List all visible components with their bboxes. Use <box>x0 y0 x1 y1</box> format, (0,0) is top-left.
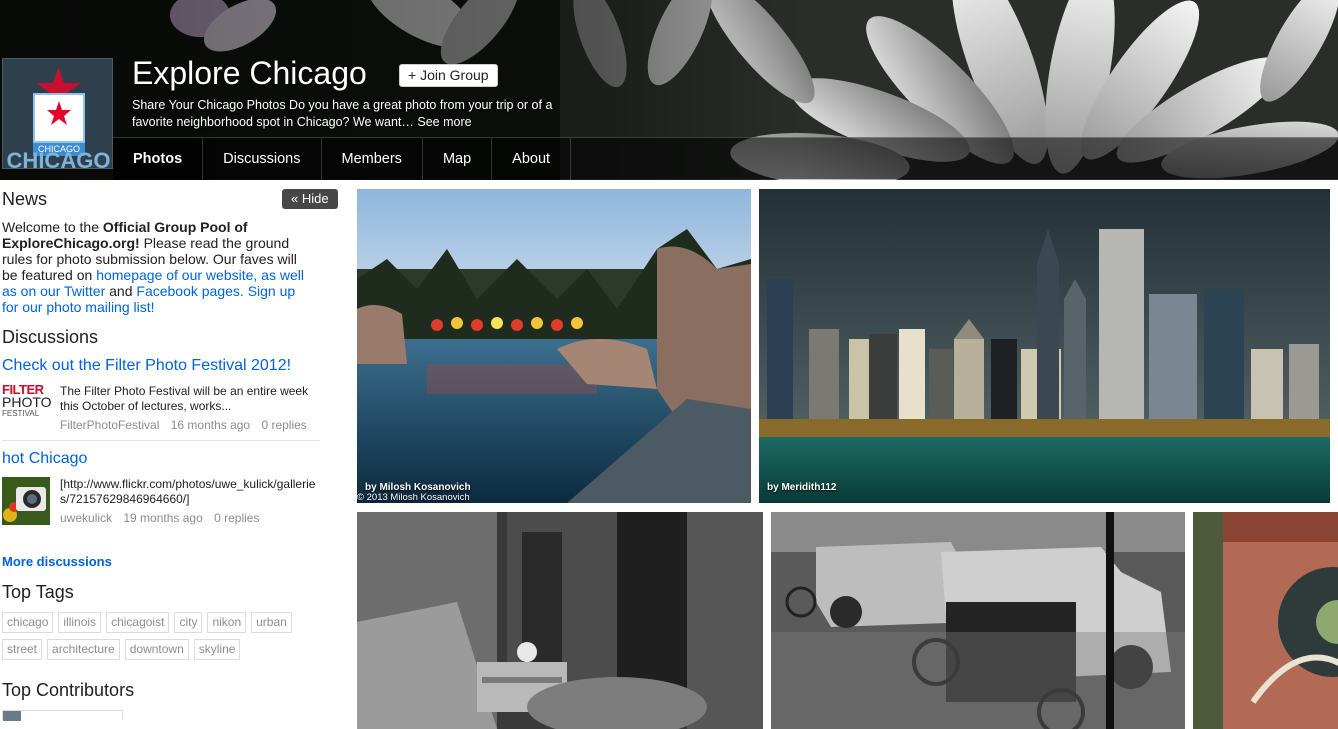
discussion-item: [http://www.flickr.com/photos/uwe_kulick… <box>2 477 320 533</box>
double-chevron-left-icon: « <box>291 191 299 206</box>
tag-chicago[interactable]: chicago <box>2 612 54 633</box>
camera-avatar-thumbnail[interactable] <box>2 477 50 525</box>
photo-credit: by Meridith112 <box>767 482 837 493</box>
discussions-title: Discussions <box>2 327 99 347</box>
discussion-age: 19 months ago <box>123 511 203 525</box>
discussion-author[interactable]: uwekulick <box>60 511 112 525</box>
photo-tile[interactable] <box>771 512 1185 729</box>
tag-nikon[interactable]: nikon <box>207 612 247 633</box>
tag-downtown[interactable]: downtown <box>124 639 189 660</box>
hide-sidebar-button[interactable]: « Hide <box>282 189 338 209</box>
discussion-item: FILTER PHOTO FESTIVAL The Filter Photo F… <box>2 383 320 441</box>
avatar <box>3 711 21 721</box>
top-tags-title: Top Tags <box>2 582 74 602</box>
discussion-title-link[interactable]: hot Chicago <box>2 450 342 468</box>
sidebar: News « Hide Welcome to the Official Grou… <box>2 189 342 721</box>
tab-discussions[interactable]: Discussions <box>203 138 322 180</box>
photo-mural <box>1193 512 1338 729</box>
photo-tile[interactable] <box>1193 512 1338 729</box>
photo-tile[interactable] <box>357 512 763 729</box>
group-header: CHICAGO CHICAGO Explore Chicago + Join G… <box>0 0 1338 180</box>
discussion-replies: 0 replies <box>214 511 260 525</box>
tab-about[interactable]: About <box>492 138 572 180</box>
discussion-age: 16 months ago <box>170 418 251 432</box>
group-description-text: Share Your Chicago Photos Do you have a … <box>132 98 553 129</box>
more-discussions-link[interactable]: More discussions <box>2 554 342 569</box>
camera-icon <box>2 477 50 525</box>
tag-list: chicago illinois chicagoist city nikon u… <box>2 612 322 666</box>
photo-copyright: © 2013 Milosh Kosanovich <box>357 492 470 503</box>
tag-illinois[interactable]: illinois <box>58 612 102 633</box>
discussion-excerpt: [http://www.flickr.com/photos/uwe_kulick… <box>60 477 316 506</box>
see-more-link[interactable]: See more <box>417 115 471 129</box>
photo-tile[interactable]: by Milosh Kosanovich © 2013 Milosh Kosan… <box>357 189 751 503</box>
group-avatar[interactable]: CHICAGO CHICAGO <box>2 58 113 169</box>
photo-street-bench <box>357 512 763 729</box>
group-tabs: Photos Discussions Members Map About <box>113 137 1338 180</box>
tab-photos[interactable]: Photos <box>113 138 204 180</box>
filter-photo-festival-thumbnail[interactable]: FILTER PHOTO FESTIVAL <box>2 383 52 432</box>
discussion-title-link[interactable]: Check out the Filter Photo Festival 2012… <box>2 357 342 375</box>
tag-architecture[interactable]: architecture <box>47 639 120 660</box>
tag-skyline[interactable]: skyline <box>193 639 241 660</box>
contributor-item[interactable] <box>2 710 123 721</box>
photo-bikes-cars <box>771 512 1185 729</box>
tab-map[interactable]: Map <box>423 138 493 180</box>
discussion-author[interactable]: FilterPhotoFestival <box>60 418 159 432</box>
tag-street[interactable]: street <box>2 639 43 660</box>
facebook-link[interactable]: Facebook pages. <box>136 283 243 299</box>
tag-city[interactable]: city <box>174 612 203 633</box>
photo-zoo-pond <box>357 189 751 503</box>
photo-skyline <box>759 189 1330 503</box>
group-title: Explore Chicago <box>132 55 367 91</box>
avatar-wordmark: CHICAGO <box>6 148 111 169</box>
tag-chicagoist[interactable]: chicagoist <box>106 612 170 633</box>
top-contributors-title: Top Contributors <box>2 680 135 700</box>
news-body: Welcome to the Official Group Pool of Ex… <box>2 219 304 315</box>
discussion-replies: 0 replies <box>261 418 307 432</box>
join-group-button[interactable]: + Join Group <box>399 64 498 87</box>
star-icon <box>47 101 71 125</box>
group-description: Share Your Chicago Photos Do you have a … <box>132 97 582 131</box>
tag-urban[interactable]: urban <box>251 612 292 633</box>
photo-tile[interactable]: by Meridith112 <box>759 189 1330 503</box>
tab-members[interactable]: Members <box>322 138 423 180</box>
discussion-excerpt: The Filter Photo Festival will be an ent… <box>60 384 309 413</box>
